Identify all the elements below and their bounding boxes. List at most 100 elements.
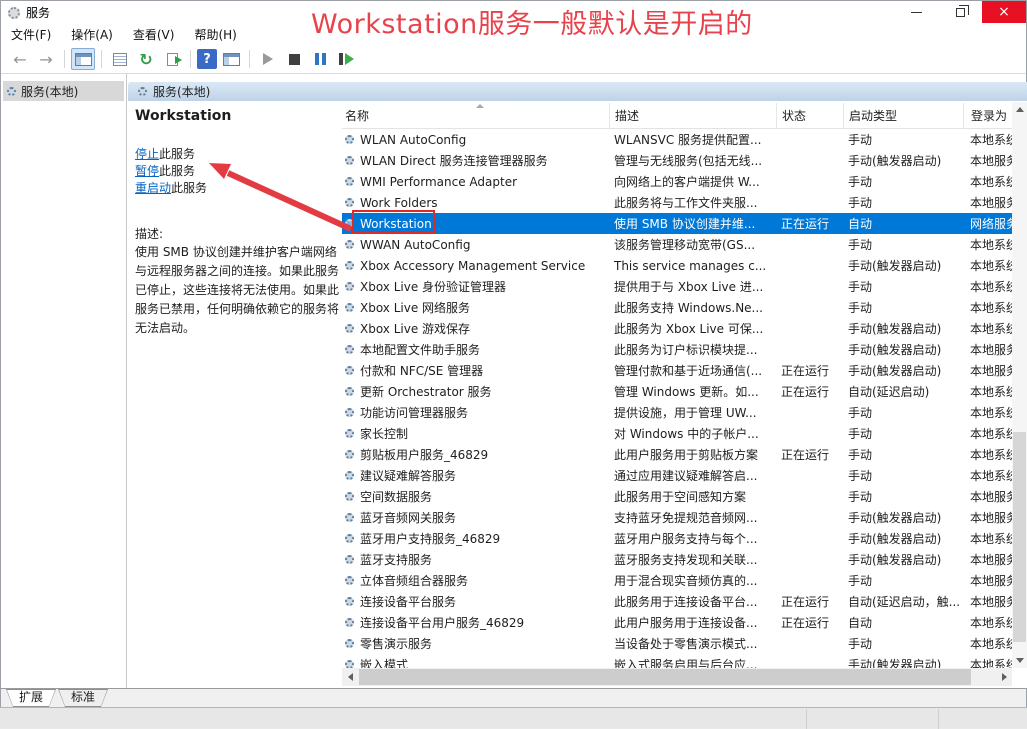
service-action-suffix: 此服务 (171, 181, 207, 195)
console-tree-icon[interactable] (71, 48, 95, 70)
cell-startup-type: 手动(触发器启动) (843, 320, 963, 337)
cell-logon-as: 本地服务 (963, 488, 1012, 505)
table-row[interactable]: 连接设备平台服务此服务用于连接设备平台...正在运行自动(延迟启动，触...本地… (342, 591, 1012, 612)
table-row[interactable]: 蓝牙用户支持服务_46829蓝牙用户服务支持与每个...手动(触发器启动)本地系… (342, 528, 1012, 549)
restart-service-icon[interactable] (334, 48, 358, 70)
taskbar-strip (0, 707, 1027, 728)
service-name: 剪贴板用户服务_46829 (360, 446, 488, 463)
table-row[interactable]: 付款和 NFC/SE 管理器管理付款和基于近场通信(...正在运行手动(触发器启… (342, 360, 1012, 381)
help-icon[interactable]: ? (197, 49, 217, 69)
vertical-scroll-thumb[interactable] (1013, 432, 1026, 642)
cell-name: 功能访问管理器服务 (342, 404, 609, 421)
service-action-link[interactable]: 停止 (135, 147, 159, 161)
table-row[interactable]: 本地配置文件助手服务此服务为订户标识模块提...手动(触发器启动)本地服务 (342, 339, 1012, 360)
column-header-startup-type[interactable]: 启动类型 (843, 103, 963, 128)
cell-logon-as: 本地系统 (963, 404, 1012, 421)
table-row[interactable]: WMI Performance Adapter向网络上的客户端提供 W...手动… (342, 171, 1012, 192)
service-gear-icon (345, 618, 354, 627)
service-action-link[interactable]: 暂停 (135, 164, 159, 178)
cell-logon-as: 本地系统 (963, 131, 1012, 148)
table-row[interactable]: WWAN AutoConfig该服务管理移动宽带(GS...手动本地系统 (342, 234, 1012, 255)
toolbar-separator (249, 50, 250, 68)
menu-item[interactable]: 操作(A) (61, 24, 123, 45)
service-gear-icon (345, 198, 354, 207)
horizontal-scroll-thumb[interactable] (359, 669, 971, 685)
export-list-icon[interactable] (160, 48, 184, 70)
column-header-description[interactable]: 描述 (609, 103, 776, 128)
service-name: 零售演示服务 (360, 635, 432, 652)
tree-item-label: 服务(本地) (21, 83, 78, 100)
table-row[interactable]: 立体音频组合器服务用于混合现实音频仿真的...手动本地服务 (342, 570, 1012, 591)
menu-item[interactable]: 文件(F) (1, 24, 61, 45)
table-row[interactable]: 建议疑难解答服务通过应用建议疑难解答启...手动本地系统 (342, 465, 1012, 486)
service-gear-icon (345, 492, 354, 501)
restore-button[interactable] (938, 1, 982, 23)
tab-label: 扩展 (19, 690, 43, 704)
table-row[interactable]: Xbox Live 网络服务此服务支持 Windows.Ne...手动本地系统 (342, 297, 1012, 318)
vertical-scrollbar[interactable] (1012, 102, 1027, 668)
scroll-left-icon[interactable] (342, 668, 358, 686)
table-row[interactable]: 功能访问管理器服务提供设施，用于管理 UW...手动本地系统 (342, 402, 1012, 423)
cell-startup-type: 手动(触发器启动) (843, 656, 963, 668)
service-action-link[interactable]: 重启动 (135, 181, 171, 195)
table-row[interactable]: 连接设备平台用户服务_46829此用户服务用于连接设备...正在运行自动本地系统 (342, 612, 1012, 633)
table-row[interactable]: 蓝牙音频网关服务支持蓝牙免提规范音频网...手动(触发器启动)本地服务 (342, 507, 1012, 528)
tree-item-services-local[interactable]: 服务(本地) (3, 81, 124, 101)
menu-item[interactable]: 帮助(H) (184, 24, 246, 45)
cell-logon-as: 本地系统 (963, 425, 1012, 442)
refresh-icon[interactable]: ↻ (134, 48, 158, 70)
cell-name: 立体音频组合器服务 (342, 572, 609, 589)
table-row[interactable]: 更新 Orchestrator 服务管理 Windows 更新。如...正在运行… (342, 381, 1012, 402)
service-name: WMI Performance Adapter (360, 175, 517, 189)
scroll-right-icon[interactable] (996, 668, 1012, 686)
cell-description: 此服务为 Xbox Live 可保... (609, 320, 776, 337)
toolbar-separator (101, 50, 102, 68)
services-gear-icon (8, 7, 20, 19)
column-header-name[interactable]: 名称 (342, 103, 609, 128)
minimize-button[interactable] (894, 1, 938, 23)
close-button[interactable]: × (982, 1, 1026, 23)
table-row[interactable]: 空间数据服务此服务用于空间感知方案手动本地服务 (342, 486, 1012, 507)
description-label: 描述: (135, 225, 163, 242)
table-row[interactable]: 家长控制对 Windows 中的子帐户...手动本地系统 (342, 423, 1012, 444)
service-name: 蓝牙音频网关服务 (360, 509, 456, 526)
cell-startup-type: 手动 (843, 635, 963, 652)
table-row[interactable]: Xbox Accessory Management ServiceThis se… (342, 255, 1012, 276)
cell-status: 正在运行 (776, 383, 843, 400)
scroll-down-icon[interactable] (1012, 653, 1027, 668)
table-row[interactable]: Workstation使用 SMB 协议创建并维...正在运行自动网络服务 (342, 213, 1012, 234)
service-name: 付款和 NFC/SE 管理器 (360, 362, 483, 379)
table-row[interactable]: 嵌入模式嵌入式服务启用与后台应...手动(触发器启动)本地系统 (342, 654, 1012, 668)
column-header-status[interactable]: 状态 (776, 103, 843, 128)
service-gear-icon (345, 261, 354, 270)
table-row[interactable]: Xbox Live 身份验证管理器提供用于与 Xbox Live 进...手动本… (342, 276, 1012, 297)
window-title: 服务 (26, 4, 50, 21)
close-icon: × (998, 4, 1010, 20)
pause-service-icon[interactable] (308, 48, 332, 70)
table-row[interactable]: WLAN AutoConfigWLANSVC 服务提供配置...手动本地系统 (342, 129, 1012, 150)
horizontal-scrollbar[interactable] (342, 668, 1012, 686)
service-name: 连接设备平台服务 (360, 593, 456, 610)
table-row[interactable]: 零售演示服务当设备处于零售演示模式...手动本地系统 (342, 633, 1012, 654)
table-row[interactable]: Work Folders此服务将与工作文件夹服...手动本地服务 (342, 192, 1012, 213)
tab-label: 标准 (71, 690, 95, 704)
table-row[interactable]: Xbox Live 游戏保存此服务为 Xbox Live 可保...手动(触发器… (342, 318, 1012, 339)
cell-description: 此服务支持 Windows.Ne... (609, 299, 776, 316)
properties-icon[interactable] (108, 48, 132, 70)
toolbar-separator (64, 50, 65, 68)
service-name: WWAN AutoConfig (360, 238, 470, 252)
scroll-up-icon[interactable] (1012, 102, 1027, 117)
window-controls: × (894, 1, 1026, 23)
tab-standard[interactable]: 标准 (58, 689, 108, 707)
forward-icon[interactable]: → (34, 48, 58, 70)
show-hide-panel-icon[interactable] (219, 48, 243, 70)
table-row[interactable]: 剪贴板用户服务_46829此用户服务用于剪贴板方案正在运行手动本地系统 (342, 444, 1012, 465)
stop-service-icon[interactable] (282, 48, 306, 70)
start-service-icon[interactable] (256, 48, 280, 70)
menu-item[interactable]: 查看(V) (123, 24, 185, 45)
table-row[interactable]: WLAN Direct 服务连接管理器服务管理与无线服务(包括无线...手动(触… (342, 150, 1012, 171)
table-row[interactable]: 蓝牙支持服务蓝牙服务支持发现和关联...手动(触发器启动)本地服务 (342, 549, 1012, 570)
tab-extended[interactable]: 扩展 (6, 689, 56, 707)
back-icon[interactable]: ← (8, 48, 32, 70)
column-header-logon-as[interactable]: 登录为 (963, 103, 1012, 128)
